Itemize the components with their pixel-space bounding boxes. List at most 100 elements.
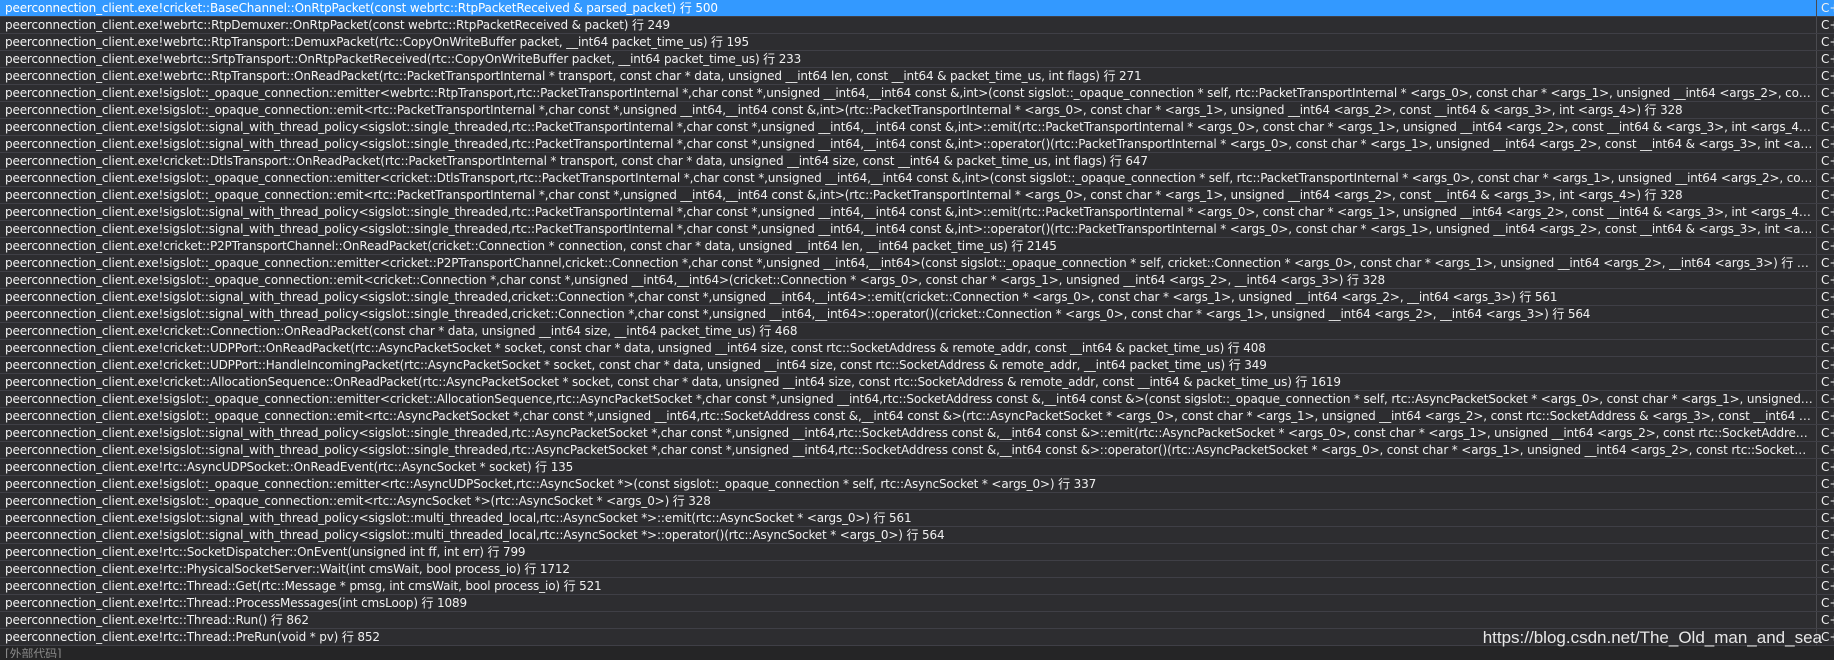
column-divider[interactable] xyxy=(1816,595,1817,611)
column-divider[interactable] xyxy=(1816,510,1817,526)
column-divider[interactable] xyxy=(1816,85,1817,101)
frame-language: C++ xyxy=(1821,341,1834,355)
column-divider[interactable] xyxy=(1816,0,1817,16)
call-stack-frame[interactable]: peerconnection_client.exe!cricket::BaseC… xyxy=(0,0,1834,17)
column-divider[interactable] xyxy=(1816,119,1817,135)
frame-label: peerconnection_client.exe!sigslot::signa… xyxy=(5,443,1813,457)
column-divider[interactable] xyxy=(1816,459,1817,475)
call-stack-frame[interactable]: peerconnection_client.exe!rtc::Thread::G… xyxy=(0,578,1834,595)
frame-language: C++ xyxy=(1821,579,1834,593)
call-stack-frame[interactable]: peerconnection_client.exe!rtc::PhysicalS… xyxy=(0,561,1834,578)
call-stack-frame[interactable]: peerconnection_client.exe!cricket::P2PTr… xyxy=(0,238,1834,255)
column-divider[interactable] xyxy=(1816,204,1817,220)
column-divider[interactable] xyxy=(1816,306,1817,322)
frame-label: peerconnection_client.exe!rtc::Thread::P… xyxy=(5,596,467,610)
frame-language: C++ xyxy=(1821,137,1834,151)
call-stack-frame[interactable]: peerconnection_client.exe!rtc::SocketDis… xyxy=(0,544,1834,561)
call-stack-frame[interactable]: peerconnection_client.exe!sigslot::_opaq… xyxy=(0,102,1834,119)
call-stack-frame[interactable]: peerconnection_client.exe!webrtc::RtpDem… xyxy=(0,17,1834,34)
column-divider[interactable] xyxy=(1816,153,1817,169)
column-divider[interactable] xyxy=(1816,544,1817,560)
call-stack-frame[interactable]: peerconnection_client.exe!rtc::Thread::R… xyxy=(0,612,1834,629)
call-stack-frame[interactable]: peerconnection_client.exe!sigslot::signa… xyxy=(0,527,1834,544)
frame-label: peerconnection_client.exe!sigslot::_opaq… xyxy=(5,171,1813,185)
call-stack-frame[interactable]: peerconnection_client.exe!webrtc::RtpTra… xyxy=(0,68,1834,85)
column-divider[interactable] xyxy=(1816,340,1817,356)
call-stack-frame[interactable]: peerconnection_client.exe!sigslot::_opaq… xyxy=(0,272,1834,289)
call-stack-frame[interactable]: peerconnection_client.exe!cricket::DtlsT… xyxy=(0,153,1834,170)
frame-label: peerconnection_client.exe!rtc::SocketDis… xyxy=(5,545,526,559)
call-stack-frame[interactable]: peerconnection_client.exe!sigslot::signa… xyxy=(0,510,1834,527)
frame-label: peerconnection_client.exe!sigslot::_opaq… xyxy=(5,409,1813,423)
call-stack-frame[interactable]: peerconnection_client.exe!webrtc::RtpTra… xyxy=(0,34,1834,51)
call-stack-frame[interactable]: peerconnection_client.exe!sigslot::_opaq… xyxy=(0,408,1834,425)
column-divider[interactable] xyxy=(1816,17,1817,33)
frame-language: C++ xyxy=(1821,375,1834,389)
call-stack-frame[interactable]: peerconnection_client.exe!sigslot::_opaq… xyxy=(0,391,1834,408)
column-divider[interactable] xyxy=(1816,493,1817,509)
column-divider[interactable] xyxy=(1816,425,1817,441)
column-divider[interactable] xyxy=(1816,612,1817,628)
frame-label: peerconnection_client.exe!cricket::UDPPo… xyxy=(5,358,1267,372)
column-divider[interactable] xyxy=(1816,476,1817,492)
column-divider[interactable] xyxy=(1816,170,1817,186)
call-stack-frame[interactable]: peerconnection_client.exe!sigslot::signa… xyxy=(0,289,1834,306)
call-stack-frame[interactable]: peerconnection_client.exe!cricket::Alloc… xyxy=(0,374,1834,391)
frame-label: peerconnection_client.exe!cricket::DtlsT… xyxy=(5,154,1148,168)
column-divider[interactable] xyxy=(1816,221,1817,237)
column-divider[interactable] xyxy=(1816,34,1817,50)
call-stack-frame[interactable]: peerconnection_client.exe!sigslot::_opaq… xyxy=(0,255,1834,272)
call-stack-frame[interactable]: peerconnection_client.exe!webrtc::SrtpTr… xyxy=(0,51,1834,68)
column-divider[interactable] xyxy=(1816,187,1817,203)
call-stack-frame[interactable]: peerconnection_client.exe!sigslot::signa… xyxy=(0,204,1834,221)
column-divider[interactable] xyxy=(1816,527,1817,543)
column-divider[interactable] xyxy=(1816,68,1817,84)
column-divider[interactable] xyxy=(1816,374,1817,390)
frame-language: C++ xyxy=(1821,545,1834,559)
call-stack-frame[interactable]: peerconnection_client.exe!sigslot::signa… xyxy=(0,119,1834,136)
column-divider[interactable] xyxy=(1816,289,1817,305)
call-stack-frame[interactable]: peerconnection_client.exe!sigslot::signa… xyxy=(0,136,1834,153)
column-divider[interactable] xyxy=(1816,272,1817,288)
call-stack-frame[interactable]: peerconnection_client.exe!cricket::UDPPo… xyxy=(0,357,1834,374)
call-stack-frame[interactable]: peerconnection_client.exe!cricket::Conne… xyxy=(0,323,1834,340)
frame-label: peerconnection_client.exe!cricket::Conne… xyxy=(5,324,798,338)
frame-language: C++ xyxy=(1821,596,1834,610)
frame-language: C++ xyxy=(1821,528,1834,542)
column-divider[interactable] xyxy=(1816,357,1817,373)
frame-language: C++ xyxy=(1821,69,1834,83)
column-divider[interactable] xyxy=(1816,323,1817,339)
frame-label: peerconnection_client.exe!sigslot::signa… xyxy=(5,205,1813,219)
call-stack-frame[interactable]: peerconnection_client.exe!sigslot::_opaq… xyxy=(0,85,1834,102)
call-stack-frame[interactable]: peerconnection_client.exe!sigslot::signa… xyxy=(0,425,1834,442)
frame-language: C++ xyxy=(1821,205,1834,219)
frame-language: C++ xyxy=(1821,409,1834,423)
call-stack-frame[interactable]: peerconnection_client.exe!sigslot::_opaq… xyxy=(0,493,1834,510)
call-stack-frame[interactable]: peerconnection_client.exe!sigslot::_opaq… xyxy=(0,187,1834,204)
column-divider[interactable] xyxy=(1816,255,1817,271)
call-stack-frame[interactable]: peerconnection_client.exe!sigslot::_opaq… xyxy=(0,476,1834,493)
frame-label: peerconnection_client.exe!rtc::Thread::G… xyxy=(5,579,602,593)
column-divider[interactable] xyxy=(1816,442,1817,458)
call-stack-frame[interactable]: peerconnection_client.exe!rtc::Thread::P… xyxy=(0,595,1834,612)
call-stack-frame[interactable]: peerconnection_client.exe!sigslot::signa… xyxy=(0,221,1834,238)
call-stack-frame[interactable]: peerconnection_client.exe!cricket::UDPPo… xyxy=(0,340,1834,357)
column-divider[interactable] xyxy=(1816,136,1817,152)
column-divider[interactable] xyxy=(1816,238,1817,254)
call-stack-frame[interactable]: peerconnection_client.exe!sigslot::signa… xyxy=(0,442,1834,459)
call-stack-frame[interactable]: peerconnection_client.exe!sigslot::_opaq… xyxy=(0,170,1834,187)
column-divider[interactable] xyxy=(1816,102,1817,118)
column-divider[interactable] xyxy=(1816,51,1817,67)
call-stack-frame[interactable]: peerconnection_client.exe!sigslot::signa… xyxy=(0,306,1834,323)
call-stack-frame[interactable]: peerconnection_client.exe!rtc::AsyncUDPS… xyxy=(0,459,1834,476)
column-divider[interactable] xyxy=(1816,408,1817,424)
frame-language: C++ xyxy=(1821,290,1834,304)
frame-language: C++ xyxy=(1821,324,1834,338)
frame-label: peerconnection_client.exe!webrtc::RtpTra… xyxy=(5,69,1142,83)
column-divider[interactable] xyxy=(1816,561,1817,577)
frame-language: C++ xyxy=(1821,426,1834,440)
column-divider[interactable] xyxy=(1816,391,1817,407)
frame-label: peerconnection_client.exe!cricket::UDPPo… xyxy=(5,341,1266,355)
column-divider[interactable] xyxy=(1816,578,1817,594)
watermark-text: https://blog.csdn.net/The_Old_man_and_se… xyxy=(1482,628,1822,647)
